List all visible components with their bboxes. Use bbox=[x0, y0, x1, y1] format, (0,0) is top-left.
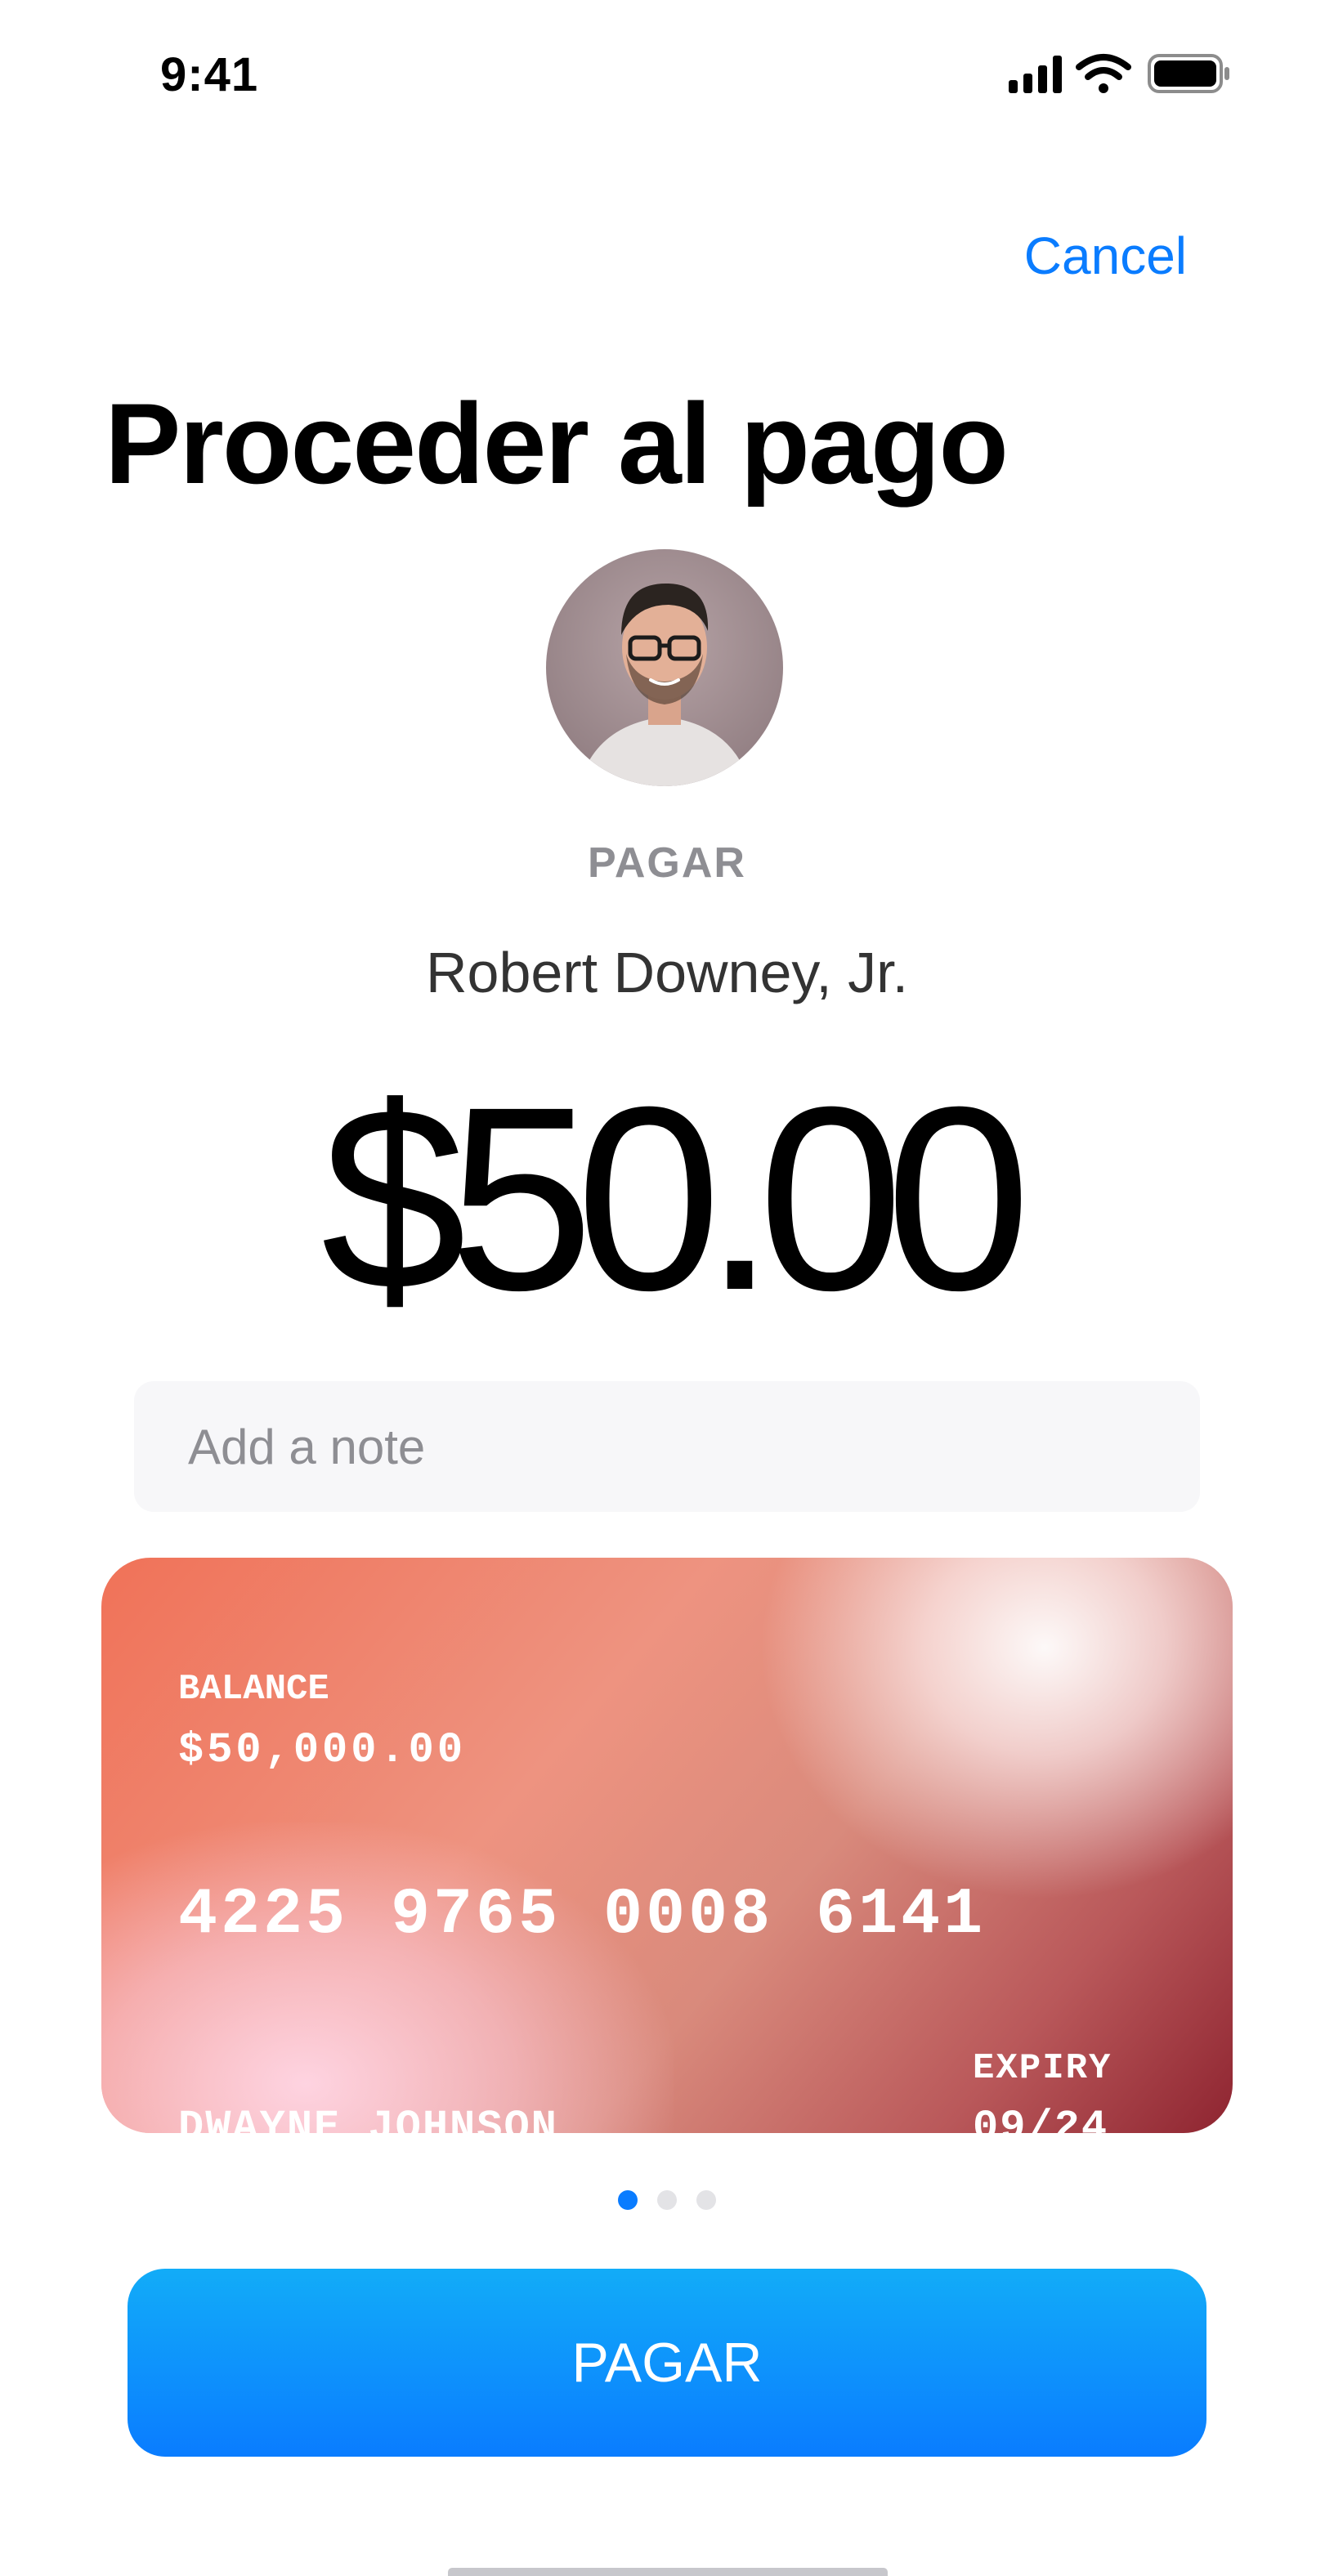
card-balance-value: $50,000.00 bbox=[178, 1726, 467, 1774]
note-input[interactable] bbox=[134, 1381, 1200, 1512]
card-pager bbox=[0, 2190, 1334, 2210]
cellular-signal-icon bbox=[1009, 56, 1062, 93]
card-highlight bbox=[759, 1558, 1233, 1901]
card-expiry-value: 09/24 bbox=[973, 2104, 1109, 2133]
card-highlight-bottom bbox=[101, 1822, 674, 2133]
status-time: 9:41 bbox=[160, 48, 259, 101]
pay-to-label: PAGAR bbox=[588, 839, 746, 887]
wifi-icon bbox=[1076, 54, 1131, 93]
card-balance-label: BALANCE bbox=[178, 1669, 329, 1710]
status-icons bbox=[1009, 51, 1238, 96]
page-title: Proceder al pago bbox=[105, 379, 1009, 508]
card-holder-name: DWAYNE JOHNSON bbox=[178, 2104, 558, 2133]
home-indicator[interactable] bbox=[448, 2568, 888, 2576]
payment-card[interactable]: BALANCE $50,000.00 4225 9765 0008 6141 E… bbox=[101, 1558, 1233, 2133]
payment-amount: $50.00 bbox=[320, 1052, 1032, 1344]
pay-button[interactable]: PAGAR bbox=[128, 2269, 1206, 2457]
cancel-button[interactable]: Cancel bbox=[1007, 226, 1187, 286]
recipient-name: Robert Downey, Jr. bbox=[425, 941, 909, 1004]
pager-dot-2[interactable] bbox=[657, 2190, 677, 2210]
pager-dot-1[interactable] bbox=[618, 2190, 638, 2210]
card-number: 4225 9765 0008 6141 bbox=[178, 1878, 987, 1952]
avatar bbox=[546, 549, 783, 786]
battery-icon bbox=[1148, 54, 1229, 93]
card-expiry-label: EXPIRY bbox=[973, 2048, 1112, 2089]
pager-dot-3[interactable] bbox=[696, 2190, 716, 2210]
